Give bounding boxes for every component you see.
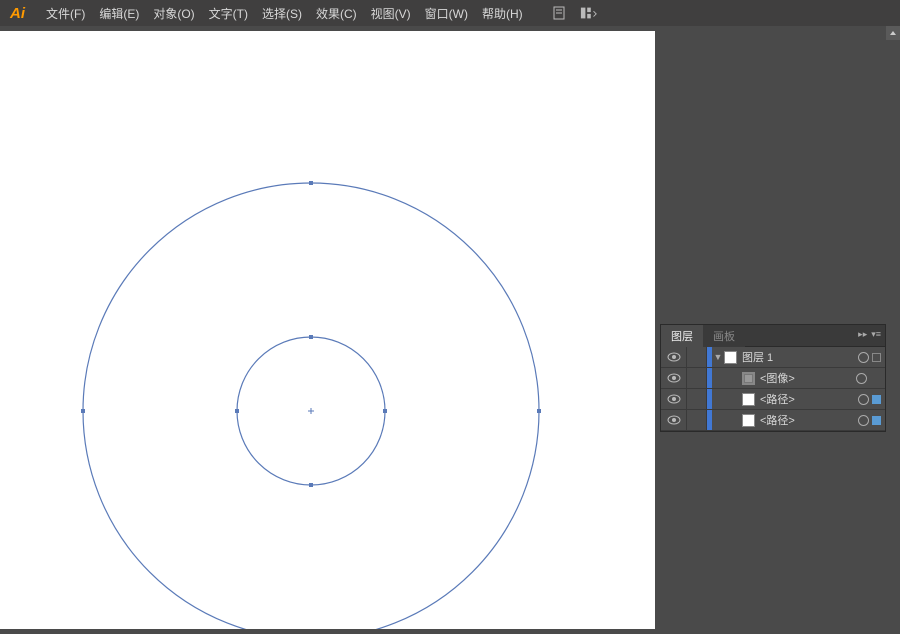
layer-thumbnail <box>742 372 755 385</box>
layer-name-label[interactable]: 图层 1 <box>742 349 858 365</box>
scroll-up-icon[interactable] <box>886 26 900 40</box>
layer-thumbnail <box>742 393 755 406</box>
selection-indicator-icon[interactable] <box>872 395 881 404</box>
layer-target-icons <box>856 373 885 384</box>
app-logo: Ai <box>10 5 25 22</box>
target-ring-icon[interactable] <box>858 394 869 405</box>
menu-file[interactable]: 文件(F) <box>39 5 92 22</box>
menu-select[interactable]: 选择(S) <box>255 5 309 22</box>
layer-name-label[interactable]: <路径> <box>760 391 858 407</box>
panel-menu-icon[interactable]: ▾≡ <box>871 329 881 340</box>
menu-edit[interactable]: 编辑(E) <box>92 5 146 22</box>
visibility-toggle-icon[interactable] <box>661 347 687 367</box>
expand-toggle-icon[interactable]: ▼ <box>712 352 724 362</box>
toolbar-icons <box>550 4 598 22</box>
lock-column[interactable] <box>687 347 707 367</box>
layer-name-label[interactable]: <图像> <box>760 370 856 386</box>
layer-target-icons <box>858 394 885 405</box>
layer-row[interactable]: ▼ 图层 1 <box>661 347 885 368</box>
visibility-toggle-icon[interactable] <box>661 389 687 409</box>
panel-tab-bar: 图层 画板 ▸▸ ▾≡ <box>661 325 885 347</box>
target-ring-icon[interactable] <box>858 415 869 426</box>
tab-layers[interactable]: 图层 <box>661 325 703 347</box>
selection-color-bar <box>707 368 712 388</box>
vertical-scrollbar[interactable] <box>886 26 900 630</box>
layer-row[interactable]: <路径> <box>661 389 885 410</box>
lock-column[interactable] <box>687 368 707 388</box>
menu-window[interactable]: 窗口(W) <box>418 5 475 22</box>
layers-panel: 图层 画板 ▸▸ ▾≡ ▼ 图层 1 <图像> <路径> <路径> <box>660 324 886 432</box>
lock-column[interactable] <box>687 410 707 430</box>
lock-column[interactable] <box>687 389 707 409</box>
target-ring-icon[interactable] <box>856 373 867 384</box>
target-ring-icon[interactable] <box>858 352 869 363</box>
selection-color-bar <box>707 389 712 409</box>
outer-circle-path[interactable] <box>83 183 539 629</box>
tab-artboards[interactable]: 画板 <box>703 325 745 347</box>
menu-view[interactable]: 视图(V) <box>364 5 418 22</box>
menu-object[interactable]: 对象(O) <box>146 5 201 22</box>
selection-color-bar <box>707 410 712 430</box>
selection-indicator-icon[interactable] <box>872 416 881 425</box>
visibility-toggle-icon[interactable] <box>661 410 687 430</box>
layer-row[interactable]: <图像> <box>661 368 885 389</box>
layer-thumbnail <box>742 414 755 427</box>
document-icon[interactable] <box>550 4 568 22</box>
menu-bar: Ai 文件(F) 编辑(E) 对象(O) 文字(T) 选择(S) 效果(C) 视… <box>0 0 900 26</box>
layer-thumbnail <box>724 351 737 364</box>
panel-collapse-icon[interactable]: ▸▸ <box>858 329 867 340</box>
selection-indicator-icon[interactable] <box>872 353 881 362</box>
visibility-toggle-icon[interactable] <box>661 368 687 388</box>
layer-target-icons <box>858 415 885 426</box>
arrange-icon[interactable] <box>580 4 598 22</box>
menu-help[interactable]: 帮助(H) <box>475 5 530 22</box>
menu-effect[interactable]: 效果(C) <box>309 5 364 22</box>
menu-text[interactable]: 文字(T) <box>202 5 255 22</box>
layer-name-label[interactable]: <路径> <box>760 412 858 428</box>
canvas[interactable] <box>0 31 655 629</box>
layer-row[interactable]: <路径> <box>661 410 885 431</box>
layer-target-icons <box>858 352 885 363</box>
layer-list: ▼ 图层 1 <图像> <路径> <路径> <box>661 347 885 431</box>
